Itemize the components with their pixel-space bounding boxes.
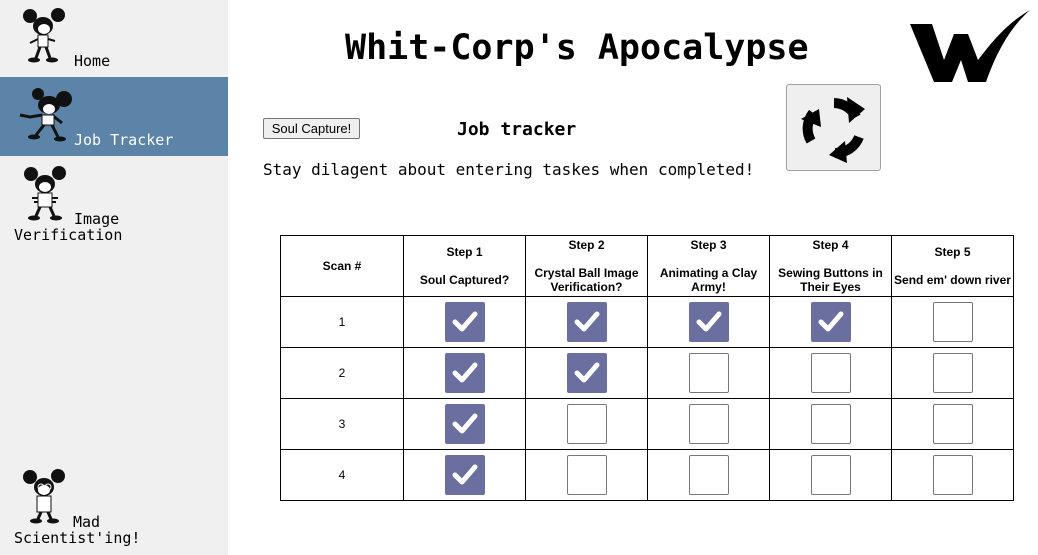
refresh-icon (801, 97, 865, 163)
step-5-checkbox[interactable] (932, 353, 973, 393)
table-body: 1234 (280, 296, 1014, 501)
sidebar-item-image-verification[interactable]: Image Verification (0, 156, 228, 246)
checkmark-icon (696, 311, 721, 332)
step-cell (647, 347, 770, 399)
step-cell (769, 347, 892, 399)
header-step-number: Step 2 (568, 238, 605, 252)
header-label: Crystal Ball Image Verification? (534, 266, 639, 294)
step-3-checkbox[interactable] (688, 404, 729, 444)
step-1-checkbox[interactable] (444, 404, 485, 444)
mouse-mascot-icon (19, 88, 72, 142)
step-4-checkbox[interactable] (810, 302, 851, 342)
sidebar-item-label: Image Verification (14, 210, 123, 244)
header-label: Sewing Buttons in Their Eyes (778, 266, 883, 294)
checkmark-icon (452, 413, 477, 434)
header-label: Animating a Clay Army! (659, 266, 758, 294)
table-row: 2 (280, 347, 1014, 399)
app-title: Whit-Corp's Apocalypse (345, 28, 809, 68)
table-row: 3 (280, 398, 1014, 450)
step-cell (769, 398, 892, 450)
header-step-5: Step 5 Send em' down river (891, 235, 1014, 297)
checkmark-icon (452, 362, 477, 383)
header-step-3: Step 3 Animating a Clay Army! (647, 235, 770, 297)
step-4-checkbox[interactable] (810, 353, 851, 393)
sidebar-item-mad-scientisting[interactable]: Mad Scientist'ing! (0, 465, 228, 555)
step-cell (403, 398, 526, 450)
step-cell (403, 347, 526, 399)
header-scan: Scan # (280, 235, 404, 297)
step-5-checkbox[interactable] (932, 302, 973, 342)
step-1-checkbox[interactable] (444, 353, 485, 393)
header-step-number: Step 4 (812, 238, 849, 252)
table-row: 1 (280, 296, 1014, 348)
step-4-checkbox[interactable] (810, 455, 851, 495)
sidebar-item-label: Home (74, 52, 111, 70)
step-3-checkbox[interactable] (688, 302, 729, 342)
checkmark-icon (818, 311, 843, 332)
header-step-4: Step 4 Sewing Buttons in Their Eyes (769, 235, 892, 297)
step-cell (891, 296, 1014, 348)
table-row: 4 (280, 449, 1014, 501)
soul-capture-button[interactable]: Soul Capture! (263, 118, 360, 139)
step-cell (647, 398, 770, 450)
step-2-checkbox[interactable] (566, 302, 607, 342)
refresh-button[interactable] (786, 84, 881, 171)
step-cell (769, 449, 892, 501)
step-cell (891, 398, 1014, 450)
checkmark-icon (452, 311, 477, 332)
step-cell (769, 296, 892, 348)
step-1-checkbox[interactable] (444, 455, 485, 495)
header-label: Send em' down river (894, 273, 1011, 287)
step-cell (647, 296, 770, 348)
header-step-number: Step 3 (690, 238, 727, 252)
scan-number-cell: 4 (280, 449, 404, 501)
step-cell (891, 449, 1014, 501)
step-cell (525, 449, 648, 501)
step-cell (891, 347, 1014, 399)
sidebar-item-job-tracker[interactable]: Job Tracker (0, 77, 228, 156)
header-step-number: Step 1 (446, 245, 483, 259)
step-cell (525, 296, 648, 348)
header-label: Scan # (322, 259, 362, 273)
sidebar-item-home[interactable]: Home (0, 0, 228, 76)
header-step-number: Step 5 (934, 245, 971, 259)
checkmark-icon (574, 362, 599, 383)
step-5-checkbox[interactable] (932, 404, 973, 444)
step-5-checkbox[interactable] (932, 455, 973, 495)
mouse-mascot-icon (23, 8, 65, 63)
table-header-row: Scan # Step 1 Soul Captured? Step 2 Crysta… (280, 235, 1014, 297)
step-1-checkbox[interactable] (444, 302, 485, 342)
step-cell (525, 398, 648, 450)
w-check-logo (910, 10, 1030, 82)
step-cell (403, 449, 526, 501)
checkmark-icon (452, 464, 477, 485)
sidebar: Home Job Tracker Image Verification Mad … (0, 0, 228, 555)
scan-number-cell: 2 (280, 347, 404, 399)
header-step-1: Step 1 Soul Captured? (403, 235, 526, 297)
checkmark-icon (574, 311, 599, 332)
step-cell (647, 449, 770, 501)
sidebar-item-label: Mad Scientist'ing! (14, 513, 141, 547)
job-tracker-table: Scan # Step 1 Soul Captured? Step 2 Crysta… (280, 235, 1014, 501)
section-title: Job tracker (457, 119, 577, 140)
scan-number-cell: 1 (280, 296, 404, 348)
step-2-checkbox[interactable] (566, 353, 607, 393)
step-3-checkbox[interactable] (688, 455, 729, 495)
scan-number-cell: 3 (280, 398, 404, 450)
sidebar-item-label: Job Tracker (74, 131, 174, 149)
step-cell (525, 347, 648, 399)
page-subtitle: Stay dilagent about entering taskes when… (263, 160, 755, 179)
step-4-checkbox[interactable] (810, 404, 851, 444)
header-step-2: Step 2 Crystal Ball Image Verification? (525, 235, 648, 297)
step-3-checkbox[interactable] (688, 353, 729, 393)
header-label: Soul Captured? (419, 273, 510, 287)
step-2-checkbox[interactable] (566, 455, 607, 495)
step-2-checkbox[interactable] (566, 404, 607, 444)
step-cell (403, 296, 526, 348)
